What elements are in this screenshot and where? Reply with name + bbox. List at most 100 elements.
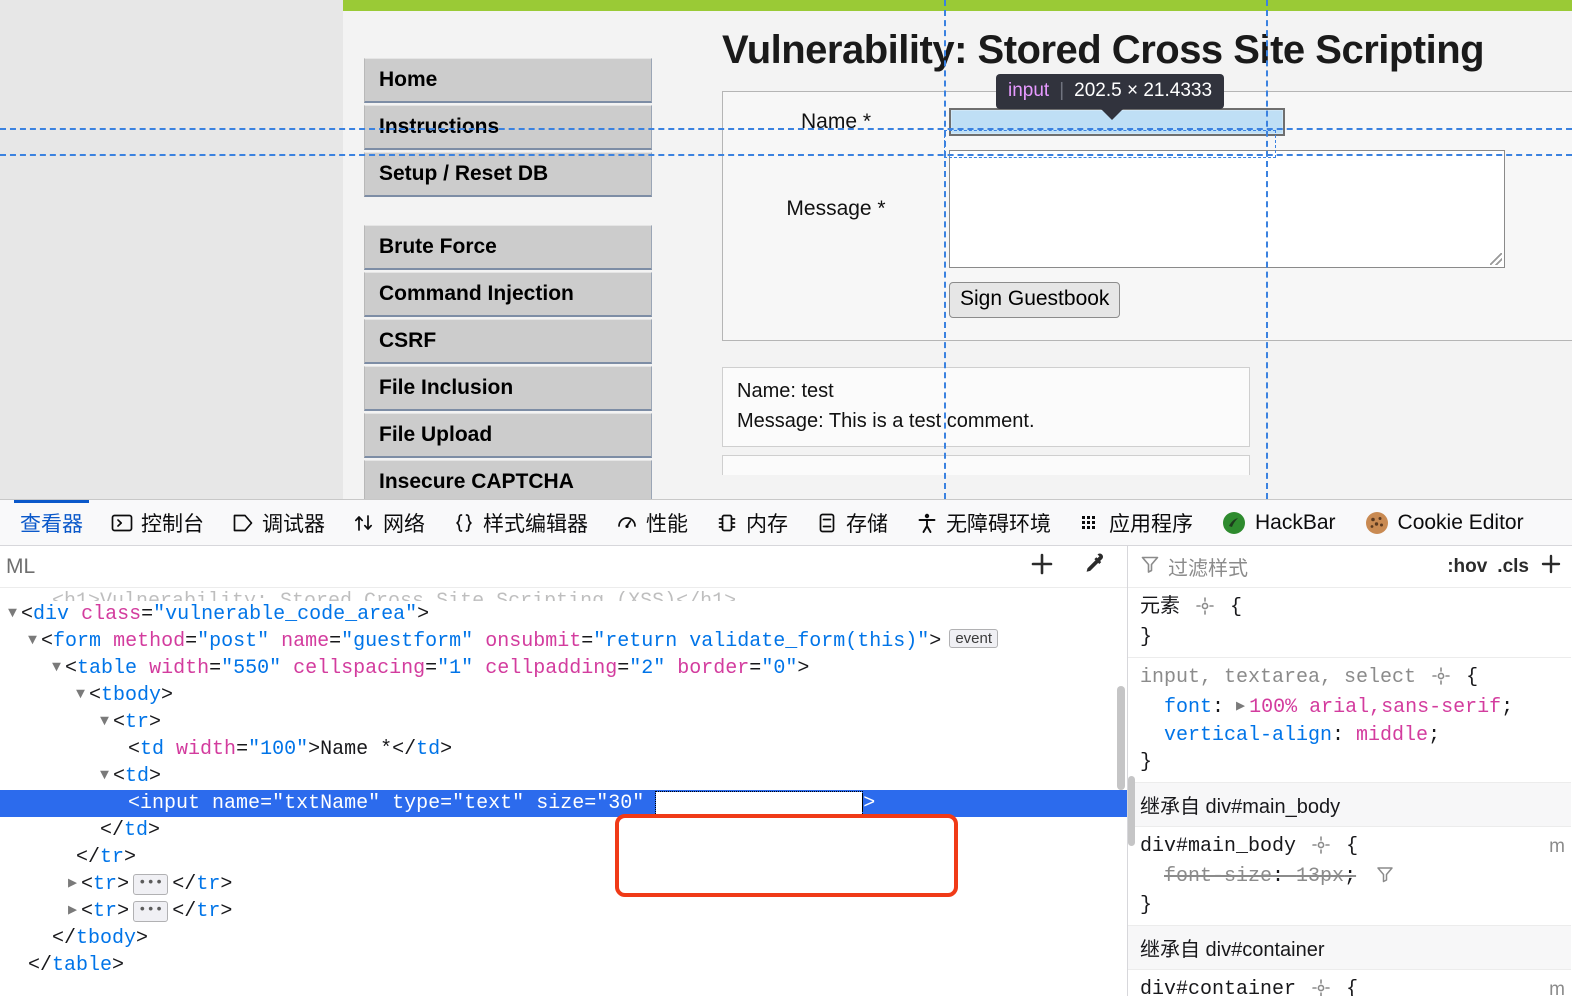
css-property-name[interactable]: vertical-align — [1140, 724, 1332, 747]
dom-line-tr-collapsed-2[interactable]: ▶ <tr> ••• </tr> — [0, 898, 1127, 925]
message-textarea[interactable] — [949, 150, 1505, 268]
dom-attr-name[interactable]: type — [392, 792, 440, 815]
css-rule-container[interactable]: m div#container { font-size: 13px; } — [1128, 970, 1571, 996]
dom-attr-value[interactable]: "1" — [437, 657, 473, 680]
filter-icon[interactable] — [1376, 865, 1394, 892]
dom-line-close-tbody[interactable]: </tbody> — [0, 925, 1127, 952]
tab-memory[interactable]: 内存 — [702, 500, 802, 545]
dom-attr-value[interactable]: "post" — [197, 630, 269, 653]
dom-tree-scrollbar[interactable] — [1117, 686, 1125, 790]
dom-line-close-tr[interactable]: </tr> — [0, 844, 1127, 871]
dom-attr-value[interactable]: "vulnerable_code_area" — [153, 603, 417, 626]
sidebar-item-insecure-captcha[interactable]: Insecure CAPTCHA — [364, 460, 652, 499]
dom-line-h1[interactable]: <h1>Vulnerability: Stored Cross Site Scr… — [0, 588, 1127, 601]
twisty-icon[interactable]: ▼ — [52, 659, 61, 676]
dom-line-close-table[interactable]: </table> — [0, 952, 1127, 979]
style-filter-input[interactable]: 过滤样式 — [1140, 552, 1437, 581]
class-toggle[interactable]: .cls — [1497, 556, 1529, 578]
sidebar-item-command-injection[interactable]: Command Injection — [364, 272, 652, 317]
dom-line-tr[interactable]: ▼ <tr> — [0, 709, 1127, 736]
target-icon[interactable] — [1312, 836, 1330, 863]
dom-attr-value[interactable]: "guestform" — [341, 630, 473, 653]
dom-attr-name[interactable]: width — [176, 738, 236, 761]
dom-line-input-selected[interactable]: <input name="txtName" type="text" size="… — [0, 790, 1127, 817]
dom-line-close-td[interactable]: </td> — [0, 817, 1127, 844]
css-selector[interactable]: div#container — [1140, 978, 1296, 996]
sidebar-item-setup-reset-db[interactable]: Setup / Reset DB — [364, 152, 652, 197]
twisty-icon[interactable]: ▼ — [28, 632, 37, 649]
dom-attr-name[interactable]: border — [677, 657, 749, 680]
css-rule-element[interactable]: 元素 {} — [1128, 588, 1571, 658]
sidebar-item-file-inclusion[interactable]: File Inclusion — [364, 366, 652, 411]
dom-attr-name[interactable]: class — [81, 603, 141, 626]
pseudo-class-toggle[interactable]: :hov — [1447, 556, 1487, 578]
css-selector[interactable]: 元素 — [1140, 596, 1180, 619]
dom-attr-name[interactable]: method — [113, 630, 185, 653]
twisty-icon[interactable]: ▶ — [68, 875, 77, 892]
dom-line-tbody[interactable]: ▼ <tbody> — [0, 682, 1127, 709]
dom-attr-name[interactable]: cellspacing — [293, 657, 425, 680]
dom-line-form[interactable]: ▼ <form method="post" name="guestform" on… — [0, 628, 1127, 655]
dom-line-td-input[interactable]: ▼ <td> — [0, 763, 1127, 790]
css-property-name[interactable]: font — [1140, 696, 1212, 719]
css-pane-scrollbar[interactable] — [1128, 776, 1135, 846]
css-rule-source[interactable]: m — [1549, 833, 1565, 860]
dom-attr-name[interactable]: onsubmit — [485, 630, 581, 653]
dom-line-tr-collapsed-1[interactable]: ▶ <tr> ••• </tr> — [0, 871, 1127, 898]
dom-attr-value[interactable]: "0" — [761, 657, 797, 680]
expand-triangle-icon[interactable]: ▶ — [1236, 698, 1245, 715]
dom-attr-value[interactable]: "100" — [248, 738, 308, 761]
tab-application[interactable]: 应用程序 — [1065, 500, 1207, 545]
dom-line-table[interactable]: ▼ <table width="550" cellspacing="1" cell… — [0, 655, 1127, 682]
css-property-value[interactable]: 13px — [1296, 865, 1344, 888]
css-rule-input-textarea-select[interactable]: input, textarea, select { font: ▶ 100% ar… — [1128, 658, 1571, 783]
twisty-icon[interactable]: ▼ — [76, 686, 85, 703]
css-rule-main-body[interactable]: m div#main_body { font-size: 13px; } — [1128, 827, 1571, 926]
add-rule-icon[interactable] — [1539, 552, 1563, 581]
dom-attr-value[interactable]: "30" — [596, 792, 644, 815]
tab-style-editor[interactable]: 样式编辑器 — [439, 500, 602, 545]
sidebar-item-csrf[interactable]: CSRF — [364, 319, 652, 364]
dom-attr-value[interactable]: "2" — [629, 657, 665, 680]
twisty-icon[interactable]: ▶ — [68, 902, 77, 919]
dom-attr-value[interactable]: "return validate_form(this)" — [593, 630, 929, 653]
twisty-icon[interactable]: ▼ — [100, 713, 109, 730]
expand-ellipsis-icon[interactable]: ••• — [133, 901, 169, 922]
add-node-icon[interactable] — [1029, 551, 1055, 582]
target-icon[interactable] — [1432, 667, 1450, 694]
tab-hackbar[interactable]: HackBar — [1207, 500, 1350, 545]
target-icon[interactable] — [1312, 979, 1330, 996]
target-icon[interactable] — [1196, 597, 1214, 624]
css-property-value[interactable]: 100% arial,sans-serif — [1249, 696, 1501, 719]
css-property-value[interactable]: middle — [1356, 724, 1428, 747]
tab-storage[interactable]: 存储 — [802, 500, 902, 545]
css-selector[interactable]: input, textarea, select — [1140, 666, 1416, 689]
dom-attr-value[interactable]: "550" — [221, 657, 281, 680]
sidebar-item-instructions[interactable]: Instructions — [364, 105, 652, 150]
tab-cookie-editor[interactable]: Cookie Editor — [1350, 500, 1538, 545]
tab-accessibility[interactable]: 无障碍环境 — [902, 500, 1065, 545]
dom-attr-name[interactable]: size — [536, 792, 584, 815]
tab-network[interactable]: 网络 — [339, 500, 439, 545]
css-property-name[interactable]: font-size — [1140, 865, 1272, 888]
tab-inspector[interactable]: 查看器 — [6, 500, 97, 545]
sidebar-item-file-upload[interactable]: File Upload — [364, 413, 652, 458]
css-selector[interactable]: div#main_body — [1140, 835, 1296, 858]
css-rule-source[interactable]: m — [1549, 976, 1565, 996]
dom-attr-name[interactable]: cellpadding — [485, 657, 617, 680]
dom-attr-value[interactable]: "txtName" — [272, 792, 380, 815]
dom-line-div[interactable]: ▼ <div class="vulnerable_code_area"> — [0, 601, 1127, 628]
twisty-icon[interactable]: ▼ — [8, 605, 17, 622]
event-badge[interactable]: event — [949, 629, 999, 648]
eyedropper-icon[interactable] — [1081, 551, 1107, 582]
breadcrumb[interactable]: ML — [6, 555, 35, 579]
tab-console[interactable]: 控制台 — [97, 500, 218, 545]
sidebar-item-brute-force[interactable]: Brute Force — [364, 225, 652, 270]
twisty-icon[interactable]: ▼ — [100, 767, 109, 784]
expand-ellipsis-icon[interactable]: ••• — [133, 874, 169, 895]
tab-performance[interactable]: 性能 — [602, 500, 702, 545]
dom-line-td-name[interactable]: <td width="100">Name *</td> — [0, 736, 1127, 763]
dom-attr-name[interactable]: width — [149, 657, 209, 680]
maxlength-attribute-editor[interactable]: maxlength="10000" — [655, 791, 864, 816]
dom-tree[interactable]: <h1>Vulnerability: Stored Cross Site Scr… — [0, 588, 1127, 979]
